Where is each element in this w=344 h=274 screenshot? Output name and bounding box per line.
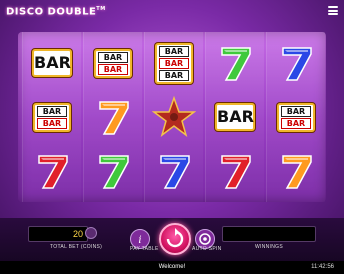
reel-cell: BAR BAR: [271, 92, 321, 142]
reel-cell: BAR BAR: [27, 92, 77, 142]
top-bar: DISCO DOUBLETM: [0, 0, 344, 28]
seven-blue-symbol: [160, 155, 190, 189]
reel-5: BAR BAR: [266, 32, 325, 202]
hamburger-menu-icon[interactable]: [328, 6, 338, 15]
reel-cell: BAR BAR BAR: [149, 38, 199, 88]
reel-1: BAR BAR BAR: [22, 32, 81, 202]
seven-red-symbol: [221, 155, 251, 189]
status-bar: Welcome! 11:42:56: [0, 261, 344, 274]
reel-cell: [88, 92, 138, 142]
reel-3: BAR BAR BAR: [144, 32, 203, 202]
triple-bar-symbol: BAR BAR BAR: [155, 42, 193, 84]
game-logo: DISCO DOUBLETM: [6, 6, 106, 18]
control-bar: 20 TOTAL BET (COINS) i PAY TABLE AUTO SP…: [0, 218, 344, 274]
reel-cell: BAR BAR: [88, 38, 138, 88]
reel-cell: BAR: [210, 92, 260, 142]
seven-green-symbol: [99, 155, 129, 189]
seven-orange-symbol: [99, 101, 129, 135]
seven-red-symbol: [38, 155, 68, 189]
seven-blue-symbol: [282, 47, 312, 81]
reels-area: BAR BAR BAR BAR BAR BAR BAR BAR BAR BAR BAR: [18, 32, 326, 202]
reel-cell: [210, 38, 260, 88]
reel-cell: [271, 38, 321, 88]
reel-cell: [271, 146, 321, 196]
status-message: Welcome!: [158, 264, 186, 270]
double-bar-symbol: BAR BAR: [94, 48, 132, 78]
double-bar-symbol: BAR BAR: [277, 102, 315, 132]
reel-cell: [149, 92, 199, 142]
spin-button[interactable]: [159, 223, 191, 255]
winnings-display: [222, 226, 316, 242]
winnings-label: WINNINGS: [255, 244, 283, 250]
bar-symbol: BAR: [32, 49, 72, 77]
reel-cell: [149, 146, 199, 196]
reel-2: BAR BAR: [83, 32, 142, 202]
reel-cell: BAR: [27, 38, 77, 88]
paytable-label: PAY TABLE: [130, 246, 159, 252]
clock: 11:42:56: [311, 264, 334, 270]
seven-green-symbol: [221, 47, 251, 81]
reel-cell: [210, 146, 260, 196]
reel-cell: [27, 146, 77, 196]
double-bar-symbol: BAR BAR: [33, 102, 71, 132]
seven-orange-symbol: [282, 155, 312, 189]
reel-cell: [88, 146, 138, 196]
svg-text:i: i: [138, 235, 141, 246]
autospin-label: AUTO SPIN: [192, 246, 222, 252]
bet-decrease-button[interactable]: [85, 227, 97, 239]
spin-icon: [166, 228, 184, 248]
reel-4: BAR: [205, 32, 264, 202]
total-bet-display: 20: [28, 226, 88, 242]
bar-symbol: BAR: [215, 103, 255, 131]
star-symbol: [152, 95, 196, 137]
total-bet-label: TOTAL BET (COINS): [50, 244, 103, 250]
